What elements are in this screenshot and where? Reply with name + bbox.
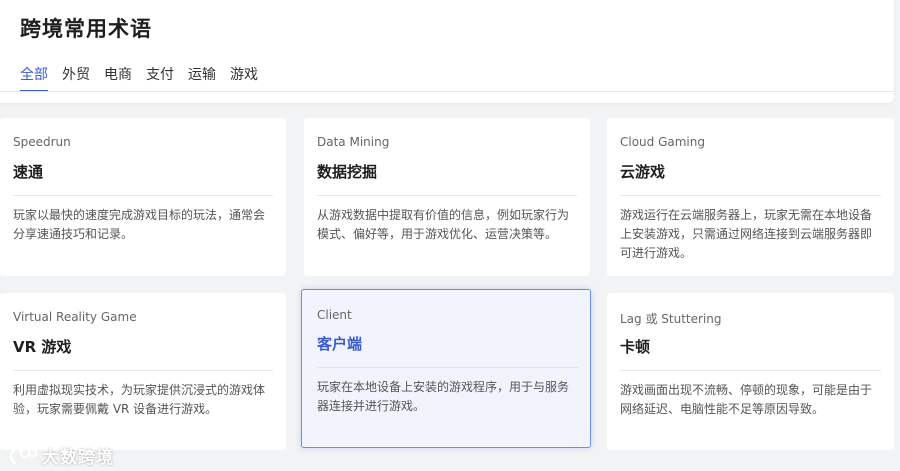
term-chinese: VR 游戏: [13, 338, 72, 356]
term-description: 游戏运行在云端服务器上，玩家无需在本地设备上安装游戏，只需通过网络连接到云端服务…: [620, 208, 873, 260]
tab-shipping[interactable]: 运输: [188, 64, 216, 90]
card-divider: [620, 195, 881, 196]
term-chinese: 卡顿: [620, 338, 651, 356]
term-chinese: 客户端: [317, 335, 363, 353]
card-divider: [317, 367, 578, 368]
tab-foreign-trade[interactable]: 外贸: [62, 64, 90, 90]
term-chinese: 数据挖掘: [317, 163, 378, 181]
term-chinese: 云游戏: [620, 163, 666, 181]
tab-ecommerce[interactable]: 电商: [104, 64, 132, 90]
term-card-client[interactable]: Client 客户端 玩家在本地设备上安装的游戏程序，用于与服务器连接并进行游戏…: [301, 289, 591, 448]
card-divider: [13, 195, 273, 196]
term-card-lag[interactable]: Lag 或 Stuttering 卡顿 游戏画面出现不流畅、停顿的现象，可能是由…: [607, 293, 894, 450]
page-title: 跨境常用术语: [20, 17, 152, 41]
term-card-speedrun[interactable]: Speedrun 速通 玩家以最快的速度完成游戏目标的玩法，通常会分享速通技巧和…: [0, 118, 286, 276]
brand-watermark: 大数跨境: [8, 443, 114, 468]
term-english: Lag 或 Stuttering: [620, 312, 722, 326]
tab-payment[interactable]: 支付: [146, 64, 174, 90]
term-description: 玩家在本地设备上安装的游戏程序，用于与服务器连接并进行游戏。: [317, 380, 570, 413]
tab-all[interactable]: 全部: [20, 64, 48, 92]
term-card-data-mining[interactable]: Data Mining 数据挖掘 从游戏数据中提取有价值的信息，例如玩家行为模式…: [304, 118, 590, 276]
term-description: 游戏画面出现不流畅、停顿的现象，可能是由于网络延迟、电脑性能不足等原因导致。: [620, 383, 873, 416]
brand-logo-icon: [10, 447, 38, 464]
term-english: Data Mining: [317, 135, 390, 149]
term-description: 玩家以最快的速度完成游戏目标的玩法，通常会分享速通技巧和记录。: [13, 208, 266, 241]
term-english: Client: [317, 308, 352, 322]
term-description: 利用虚拟现实技术，为玩家提供沉浸式的游戏体验，玩家需要佩戴 VR 设备进行游戏。: [13, 383, 266, 416]
term-card-cloud-gaming[interactable]: Cloud Gaming 云游戏 游戏运行在云端服务器上，玩家无需在本地设备上安…: [607, 118, 894, 276]
term-description: 从游戏数据中提取有价值的信息，例如玩家行为模式、偏好等，用于游戏优化、运营决策等…: [317, 208, 570, 241]
watermark-text: 大数跨境: [42, 448, 114, 468]
page-header: 跨境常用术语 全部 外贸 电商 支付 运输 游戏: [0, 0, 894, 103]
term-chinese: 速通: [13, 163, 44, 181]
card-divider: [620, 370, 881, 371]
category-tabs: 全部 外贸 电商 支付 运输 游戏: [20, 64, 272, 92]
card-divider: [317, 195, 577, 196]
tabs-divider: [0, 91, 894, 92]
term-english: Cloud Gaming: [620, 135, 705, 149]
term-english: Virtual Reality Game: [13, 310, 137, 324]
term-english: Speedrun: [13, 135, 71, 149]
card-divider: [13, 370, 273, 371]
term-card-vr-game[interactable]: Virtual Reality Game VR 游戏 利用虚拟现实技术，为玩家提…: [0, 293, 286, 450]
tab-gaming[interactable]: 游戏: [230, 64, 258, 90]
